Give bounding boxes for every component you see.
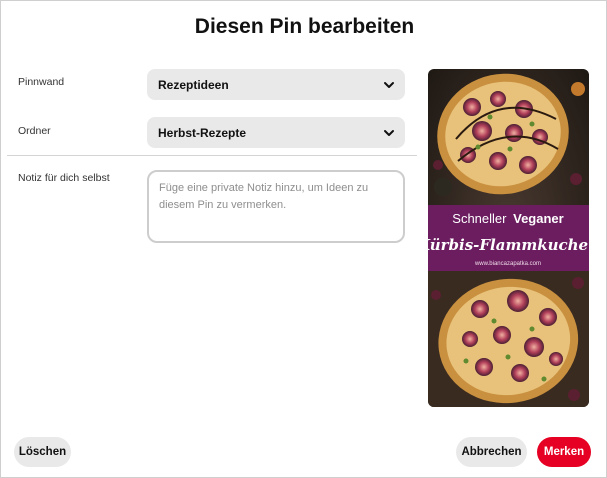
pin-text-fast: Schneller (452, 211, 507, 226)
board-label: Pinnwand (18, 76, 65, 88)
chevron-down-icon (384, 130, 394, 136)
board-select-value: Rezeptideen (158, 77, 229, 92)
pin-text-title: Kürbis-Flammkuchen (428, 236, 589, 254)
section-select[interactable]: Herbst-Rezepte (147, 117, 405, 148)
cancel-button[interactable]: Abbrechen (456, 437, 527, 467)
svg-text:Schneller Veganer: Schneller Veganer (452, 211, 563, 226)
note-label: Notiz für dich selbst (18, 172, 110, 184)
dialog-title: Diesen Pin bearbeiten (194, 15, 415, 38)
pin-image-graphic: Schneller Veganer Kürbis-Flammkuchen www… (428, 69, 589, 407)
pin-text-url: www.biancazapatka.com (474, 261, 541, 267)
chevron-down-icon (384, 82, 394, 88)
delete-button[interactable]: Löschen (14, 437, 71, 467)
section-select-value: Herbst-Rezepte (158, 125, 247, 140)
board-select[interactable]: Rezeptideen (147, 69, 405, 100)
note-textarea[interactable] (147, 170, 405, 243)
section-label: Ordner (18, 125, 51, 137)
pin-text-vegan: Veganer (513, 211, 564, 226)
divider (7, 155, 417, 156)
save-button[interactable]: Merken (537, 437, 591, 467)
edit-pin-dialog: Diesen Pin bearbeiten Pinnwand Rezeptide… (0, 0, 607, 478)
pin-image: Schneller Veganer Kürbis-Flammkuchen www… (428, 69, 589, 407)
